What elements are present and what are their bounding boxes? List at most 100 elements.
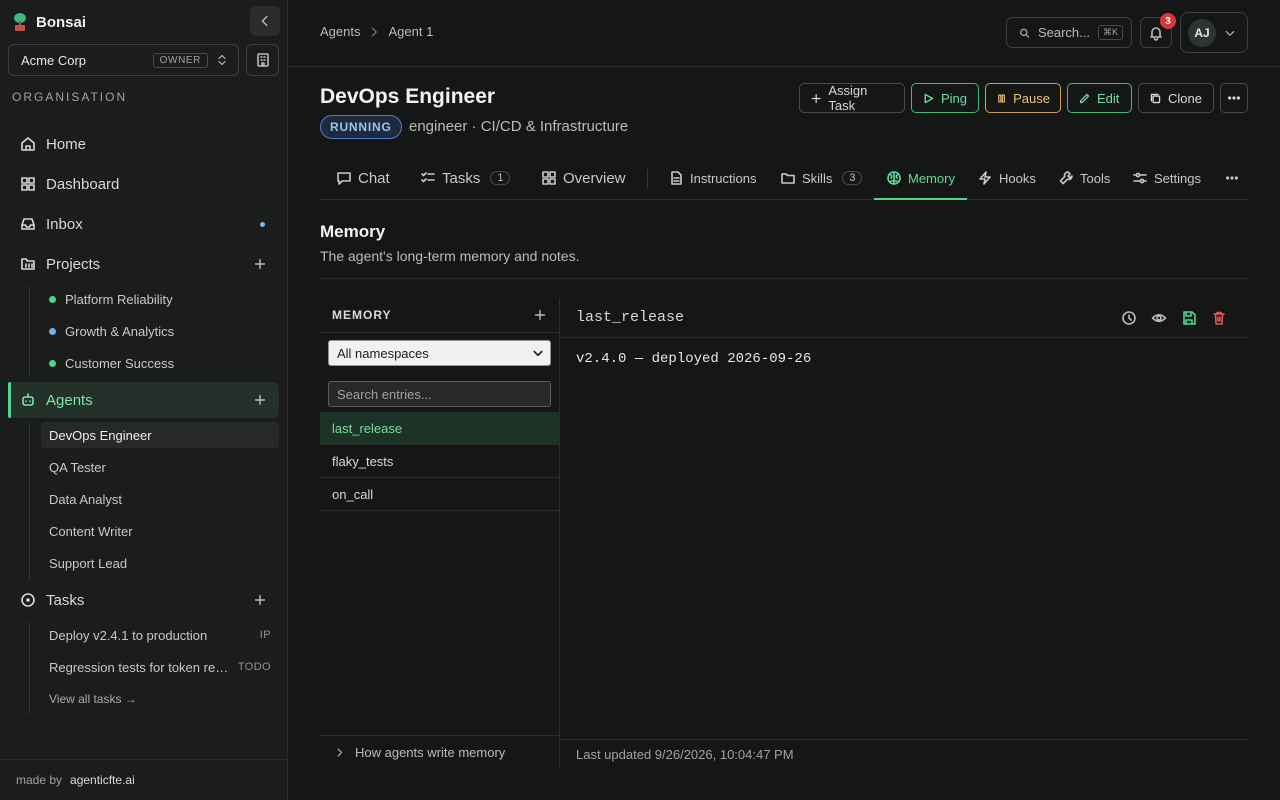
add-project-icon[interactable] <box>253 257 267 271</box>
org-building-button[interactable] <box>246 44 279 76</box>
sidebar-project-item[interactable]: Growth & Analytics <box>41 318 279 344</box>
nav-inbox[interactable]: Inbox <box>8 206 279 242</box>
trash-icon <box>1213 311 1225 325</box>
building-icon <box>256 53 269 67</box>
search-label: Search... <box>1037 25 1090 40</box>
sidebar-agent-item[interactable]: Support Lead <box>41 550 279 576</box>
tab-chat[interactable]: Chat <box>336 157 390 199</box>
memory-entry[interactable]: last_release <box>320 412 559 445</box>
memory-entry-key: on_call <box>332 486 374 502</box>
nav-agents-label: Agents <box>46 391 93 409</box>
tabs-more-button[interactable] <box>1225 157 1239 199</box>
sidebar: Bonsai Acme Corp OWNER ORGANISATION Home… <box>0 0 288 800</box>
task-status-tag: TODO <box>237 661 271 673</box>
avatar: AJ <box>1188 18 1216 47</box>
tab-tasks-count: 1 <box>490 171 511 185</box>
pause-button[interactable]: Pause <box>985 83 1061 113</box>
delete-button[interactable] <box>1204 306 1234 330</box>
tab-tasks[interactable]: Tasks 1 <box>420 157 511 199</box>
tab-divider <box>647 169 648 189</box>
search-button[interactable]: Search... ⌘K <box>1006 17 1132 48</box>
grid-icon <box>542 171 556 185</box>
memory-entry[interactable]: flaky_tests <box>320 445 559 478</box>
add-task-icon[interactable] <box>253 593 267 607</box>
play-icon <box>924 93 934 103</box>
collapse-sidebar-button[interactable] <box>250 6 280 36</box>
sidebar-task-item[interactable]: Deploy v2.4.1 to production IP <box>41 622 279 648</box>
org-name: Acme Corp <box>21 52 87 68</box>
tab-memory[interactable]: Memory <box>874 157 967 200</box>
tasks-tree-line <box>29 622 30 714</box>
sidebar-project-item[interactable]: Customer Success <box>41 350 279 376</box>
search-shortcut: ⌘K <box>1097 25 1123 40</box>
sidebar-agent-item[interactable]: Content Writer <box>41 518 279 544</box>
how-agents-write-memory-label: How agents write memory <box>355 744 506 760</box>
user-menu-button[interactable]: AJ <box>1180 12 1248 53</box>
sliders-icon <box>1133 172 1147 184</box>
add-agent-icon[interactable] <box>253 393 267 407</box>
agent-name: DevOps Engineer <box>49 427 152 443</box>
history-button[interactable] <box>1114 306 1144 330</box>
sidebar-task-item[interactable]: Regression tests for token refr... TODO <box>41 654 279 680</box>
task-title: Regression tests for token refr... <box>49 659 229 675</box>
topbar: Agents Agent 1 Search... ⌘K 3 AJ <box>288 0 1280 67</box>
memory-entry[interactable]: on_call <box>320 478 559 511</box>
org-switcher[interactable]: Acme Corp OWNER <box>8 44 239 76</box>
agent-tabs: Chat Tasks 1 Overview Instructions Skill… <box>320 157 1248 200</box>
wrench-icon <box>1059 171 1073 185</box>
assign-task-button[interactable]: Assign Task <box>799 83 905 113</box>
nav-dashboard[interactable]: Dashboard <box>8 166 279 202</box>
memory-entries-panel: MEMORY All namespaces last_release flaky… <box>320 298 560 768</box>
edit-button[interactable]: Edit <box>1067 83 1132 113</box>
namespace-select[interactable]: All namespaces <box>328 340 551 366</box>
copy-icon <box>1150 93 1161 103</box>
agent-name: Data Analyst <box>49 491 122 507</box>
sidebar-agent-item[interactable]: QA Tester <box>41 454 279 480</box>
agents-tree-line <box>29 422 30 580</box>
inbox-unread-dot <box>260 221 265 227</box>
memory-panel-header: MEMORY <box>320 298 559 333</box>
tab-tools[interactable]: Tools <box>1058 157 1110 199</box>
project-color-dot <box>49 359 56 367</box>
nav-tasks[interactable]: Tasks <box>8 582 279 618</box>
view-all-tasks-link[interactable]: View all tasks → <box>41 686 279 712</box>
nav-home[interactable]: Home <box>8 126 279 162</box>
sidebar-agent-item[interactable]: DevOps Engineer <box>41 422 279 448</box>
notifications-button[interactable]: 3 <box>1140 13 1176 48</box>
more-actions-button[interactable] <box>1220 83 1248 113</box>
brand[interactable]: Bonsai <box>12 10 86 34</box>
folder-icon <box>781 173 795 184</box>
ping-button[interactable]: Ping <box>911 83 979 113</box>
nav-home-label: Home <box>46 135 87 153</box>
inbox-icon <box>21 218 35 230</box>
made-by-link[interactable]: agenticfte.ai <box>70 773 135 787</box>
tab-instructions[interactable]: Instructions <box>668 157 756 199</box>
how-agents-write-memory-toggle[interactable]: How agents write memory <box>320 735 559 768</box>
page-title: DevOps Engineer <box>320 85 496 108</box>
plus-icon <box>811 93 821 103</box>
clone-button[interactable]: Clone <box>1138 83 1214 113</box>
task-status-tag: IP <box>259 629 271 641</box>
preview-button[interactable] <box>1144 306 1174 330</box>
save-button[interactable] <box>1174 306 1204 330</box>
add-entry-icon[interactable] <box>533 308 547 322</box>
breadcrumb-agents[interactable]: Agents <box>320 24 360 39</box>
target-icon <box>21 593 35 607</box>
tab-settings-label: Settings <box>1154 170 1201 186</box>
nav-agents[interactable]: Agents <box>8 382 279 418</box>
tab-overview[interactable]: Overview <box>541 157 626 199</box>
tab-hooks[interactable]: Hooks <box>977 157 1036 199</box>
selected-entry-value[interactable]: v2.4.0 — deployed 2026-09-26 <box>576 351 811 367</box>
memory-editor-header: last_release <box>560 298 1248 338</box>
search-entries-input[interactable] <box>328 381 551 407</box>
sidebar-project-item[interactable]: Platform Reliability <box>41 286 279 312</box>
made-by-label: made by <box>16 773 63 787</box>
tab-skills[interactable]: Skills 3 <box>780 157 863 199</box>
tab-settings[interactable]: Settings <box>1132 157 1201 199</box>
view-all-tasks-label: View all tasks → <box>49 692 137 706</box>
agent-subtitle: engineer · CI/CD & Infrastructure <box>409 118 629 135</box>
tab-chat-label: Chat <box>358 169 390 187</box>
nav-projects[interactable]: Projects <box>8 246 279 282</box>
nav-inbox-label: Inbox <box>46 215 83 233</box>
sidebar-agent-item[interactable]: Data Analyst <box>41 486 279 512</box>
